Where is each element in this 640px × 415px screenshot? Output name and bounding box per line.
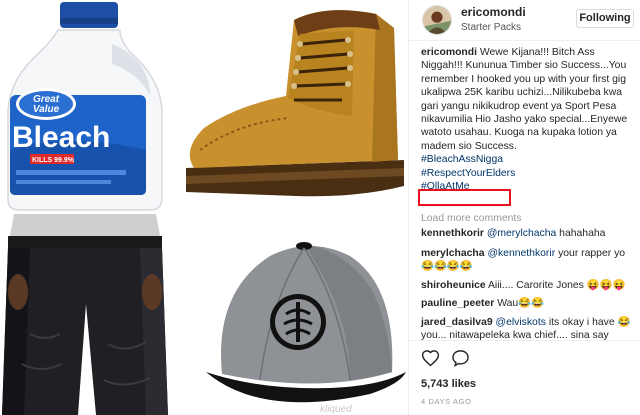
bleach-bottle-image: Great Value Bleach KILLS 99.9% (0, 0, 170, 212)
comment-mention-link[interactable]: @kennethkorir (487, 248, 555, 259)
comment-item: merylchacha @kennethkorir your rapper yo… (421, 247, 635, 274)
comment-item: jared_dasilva9 @elviskots its okay i hav… (421, 316, 635, 343)
caption-text: Wewe Kijana!!! Bitch Ass Niggah!!! Kunun… (421, 47, 628, 152)
comment-username-link[interactable]: shiroheunice (421, 280, 486, 291)
load-more-comments-link[interactable]: Load more comments (421, 212, 522, 225)
watermark-text: kliqued (320, 404, 352, 415)
post-header: ericomondi Starter Packs Following (409, 0, 640, 41)
post-caption: ericomondi Wewe Kijana!!! Bitch Ass Nigg… (421, 46, 635, 193)
following-button[interactable]: Following (576, 9, 634, 28)
bleach-brand-bottom: Value (33, 104, 60, 115)
bleach-label: Bleach (12, 121, 110, 154)
header-location-link[interactable]: Starter Packs (461, 22, 521, 33)
comment-username-link[interactable]: jared_dasilva9 (421, 317, 493, 328)
heart-icon[interactable] (421, 349, 440, 367)
snapback-cap-image: kliqued (200, 222, 408, 415)
post-sidebar: ericomondi Starter Packs Following erico… (408, 0, 640, 415)
comment-mention-link[interactable]: @elviskots (496, 317, 546, 328)
comment-username-link[interactable]: merylchacha (421, 248, 485, 259)
bleach-small-text: KILLS 99.9% (32, 157, 75, 164)
avatar[interactable] (422, 5, 452, 35)
baggy-jeans-image (0, 214, 170, 415)
hashtag-highlight-box (418, 189, 511, 206)
comment-item: shiroheunice Aiii.... Carorite Jones 😝😝😝 (421, 279, 635, 292)
comment-mention-link[interactable]: @merylchacha (487, 228, 556, 239)
post-image-collage[interactable]: Great Value Bleach KILLS 99.9% kliqued (0, 0, 408, 415)
hashtag-link[interactable]: #RespectYourElders (421, 167, 635, 180)
comment-item: pauline_peeter Wau😂😂 (421, 297, 635, 310)
hashtag-link[interactable]: #BleachAssNigga (421, 153, 635, 166)
comment-username-link[interactable]: kennethkorir (421, 228, 484, 239)
header-username-link[interactable]: ericomondi (461, 5, 526, 19)
comment-text: hahahaha (559, 228, 606, 239)
caption-username-link[interactable]: ericomondi (421, 47, 477, 58)
comment-text: Wau😂😂 (497, 298, 545, 309)
likes-count[interactable]: 5,743 likes (421, 378, 476, 390)
comment-item: kennethkorir @merylchacha hahahaha (421, 227, 635, 240)
post-timestamp: 4 DAYS AGO (421, 397, 472, 406)
post-actions: 5,743 likes 4 DAYS AGO (409, 340, 640, 415)
comment-username-link[interactable]: pauline_peeter (421, 298, 494, 309)
comment-icon[interactable] (451, 349, 470, 367)
timberland-boot-image (176, 0, 408, 212)
comment-text: Aiii.... Carorite Jones 😝😝😝 (488, 280, 626, 291)
